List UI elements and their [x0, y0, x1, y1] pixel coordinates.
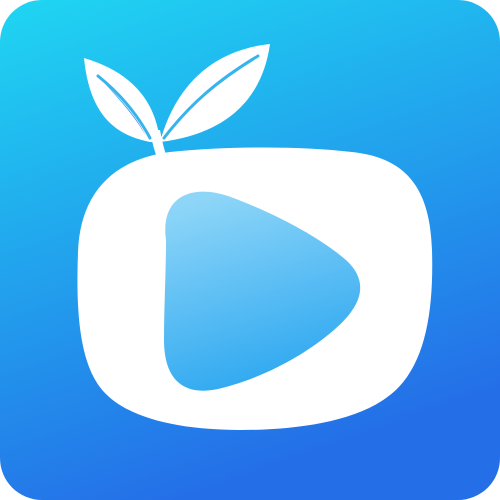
app-icon[interactable]	[0, 0, 500, 500]
app-icon-graphic	[0, 0, 500, 500]
